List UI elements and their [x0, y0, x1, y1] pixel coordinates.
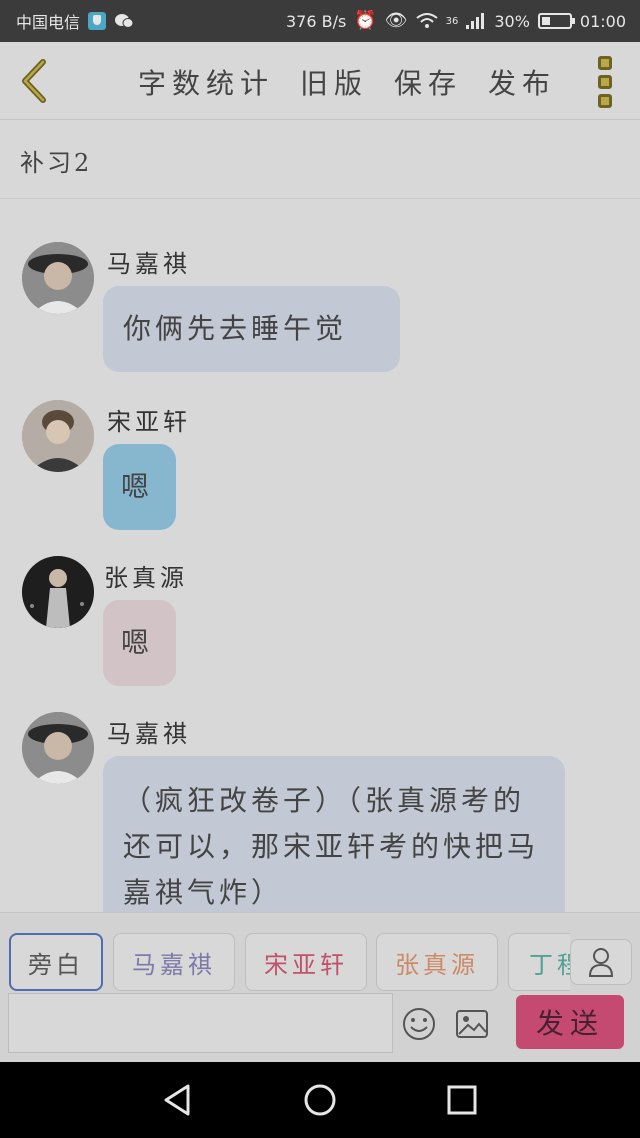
network-speed: 376 B/s: [285, 11, 347, 31]
document-title[interactable]: 补习2: [20, 143, 92, 178]
recents-nav-icon[interactable]: [444, 1082, 480, 1118]
send-button[interactable]: 发送: [516, 995, 624, 1049]
sender-name: 张真源: [104, 564, 188, 592]
message-input[interactable]: [8, 993, 393, 1053]
sender-name: 马嘉祺: [107, 250, 191, 278]
more-dot: [598, 75, 612, 89]
avatar[interactable]: [22, 400, 94, 472]
battery-icon: [537, 13, 575, 29]
character-chip[interactable]: 丁程鑫: [508, 933, 570, 991]
character-selector[interactable]: 旁白 马嘉祺 宋亚轩 张真源 丁程鑫: [0, 933, 570, 993]
back-nav-icon[interactable]: [160, 1082, 196, 1118]
header-actions: 字数统计 旧版 保存 发布: [138, 62, 556, 102]
signal-icon: [466, 13, 485, 29]
avatar[interactable]: [22, 556, 94, 628]
eye-icon: 👁: [384, 10, 408, 31]
message-bubble[interactable]: （疯狂改卷子）（张真源考的还可以，那宋亚轩考的快把马嘉祺气炸）: [103, 756, 565, 912]
carrier-text: 中国电信: [16, 13, 81, 32]
word-count-button[interactable]: 字数统计: [138, 62, 274, 102]
message-list[interactable]: 马嘉祺 你俩先去睡午觉 宋亚轩 嗯 张真源 嗯 马嘉祺 （疯狂改卷子）（张真源考…: [0, 200, 640, 912]
network-type: 36: [445, 15, 459, 27]
sender-name: 马嘉祺: [107, 720, 191, 748]
wifi-icon: [415, 13, 438, 28]
navigation-bar: [0, 1062, 640, 1138]
alarm-icon: ⏰: [354, 10, 377, 31]
home-nav-icon[interactable]: [302, 1082, 338, 1118]
add-character-button[interactable]: [570, 939, 632, 985]
publish-button[interactable]: 发布: [488, 62, 556, 102]
avatar[interactable]: [22, 712, 94, 784]
shield-app-icon: [88, 12, 107, 30]
message-bubble[interactable]: 嗯: [103, 444, 176, 530]
avatar[interactable]: [22, 242, 94, 314]
more-vertical-icon[interactable]: [592, 56, 618, 108]
status-bar: 中国电信 376 B/s ⏰ 👁 36 30% 01:00: [0, 0, 640, 42]
back-button[interactable]: [14, 56, 54, 106]
document-title-bar: 补习2: [0, 121, 640, 199]
wechat-icon: [115, 14, 134, 28]
character-chip[interactable]: 张真源: [376, 933, 498, 991]
clock: 01:00: [579, 11, 626, 31]
chevron-left-icon: [22, 59, 46, 103]
emoji-icon[interactable]: [402, 1007, 436, 1041]
sender-name: 宋亚轩: [107, 408, 191, 436]
app-header: 字数统计 旧版 保存 发布: [0, 42, 640, 120]
character-chip[interactable]: 旁白: [9, 933, 103, 991]
character-chip[interactable]: 宋亚轩: [245, 933, 367, 991]
image-icon[interactable]: [455, 1007, 489, 1041]
message-bubble[interactable]: 你俩先去睡午觉: [103, 286, 400, 372]
more-dot: [598, 56, 612, 70]
battery-percent: 30%: [494, 11, 530, 31]
composer: 旁白 马嘉祺 宋亚轩 张真源 丁程鑫 发送: [0, 912, 640, 1062]
character-chip[interactable]: 马嘉祺: [113, 933, 235, 991]
message-bubble[interactable]: 嗯: [103, 600, 176, 686]
old-version-button[interactable]: 旧版: [300, 62, 368, 102]
person-icon: [588, 948, 614, 977]
save-button[interactable]: 保存: [394, 62, 462, 102]
more-dot: [598, 94, 612, 108]
